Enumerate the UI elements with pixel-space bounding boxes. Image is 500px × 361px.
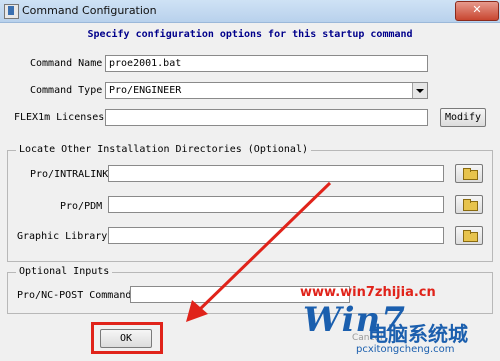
watermark-cn-text: 电脑系统城 [368,322,468,346]
watermark-url: www.win7zhijia.cn [300,285,436,300]
annotation-arrow [186,181,332,322]
watermark-sub: pcxitongcheng.com [356,344,455,355]
